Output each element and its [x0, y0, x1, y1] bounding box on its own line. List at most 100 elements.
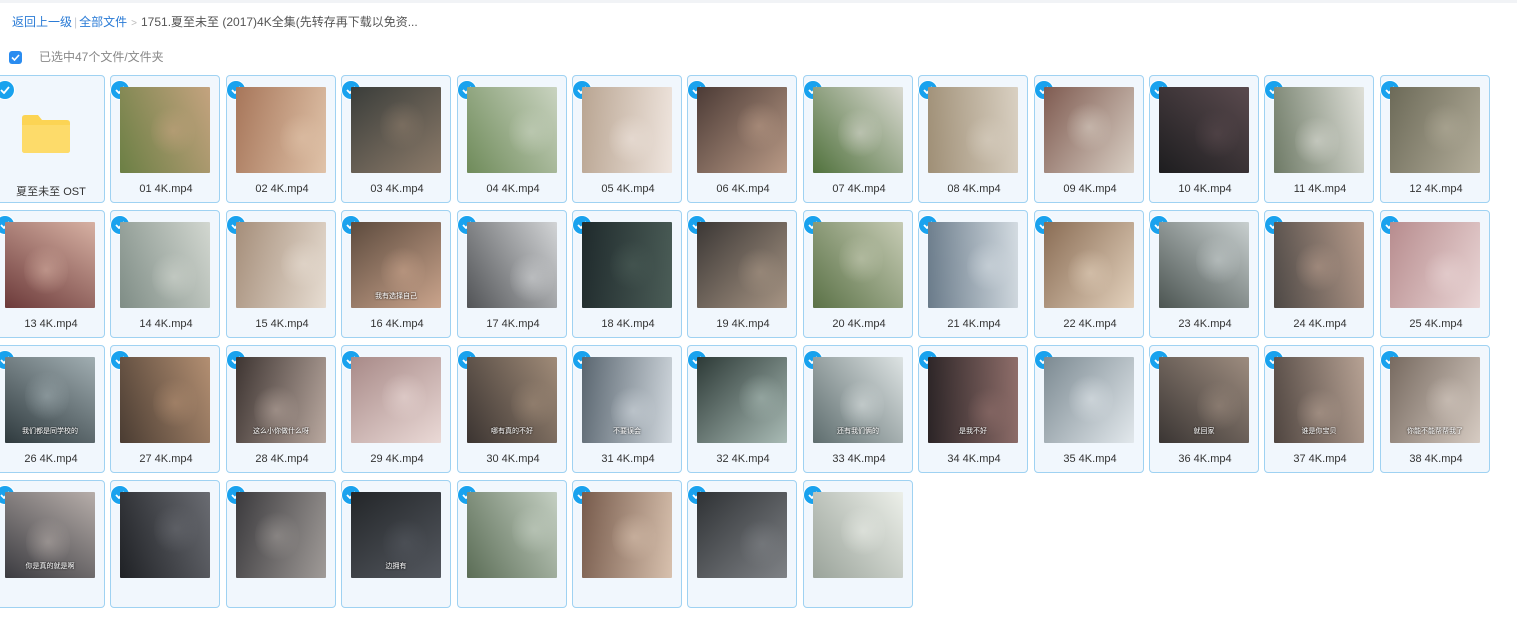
- file-tile[interactable]: 10 4K.mp4: [1149, 75, 1259, 203]
- file-tile[interactable]: 27 4K.mp4: [110, 345, 220, 473]
- file-tile[interactable]: 07 4K.mp4: [803, 75, 913, 203]
- file-tile[interactable]: 23 4K.mp4: [1149, 210, 1259, 338]
- video-thumbnail: [1390, 222, 1480, 308]
- file-name: 07 4K.mp4: [832, 183, 886, 195]
- file-name: 10 4K.mp4: [1178, 183, 1232, 195]
- file-tile[interactable]: 哪有真的不好 30 4K.mp4: [457, 345, 567, 473]
- file-tile[interactable]: 我们都是同学校的 26 4K.mp4: [0, 345, 105, 473]
- current-folder: 1751.夏至未至 (2017)4K全集(先转存再下载以免资...: [141, 15, 418, 29]
- video-thumbnail: 我有选择自己: [351, 222, 441, 308]
- file-name: 20 4K.mp4: [832, 318, 886, 330]
- video-thumbnail: [120, 357, 210, 443]
- file-tile[interactable]: 20 4K.mp4: [803, 210, 913, 338]
- video-thumbnail: [1159, 222, 1249, 308]
- file-tile[interactable]: 09 4K.mp4: [1034, 75, 1144, 203]
- file-tile[interactable]: 32 4K.mp4: [687, 345, 797, 473]
- file-tile[interactable]: 12 4K.mp4: [1380, 75, 1490, 203]
- file-tile[interactable]: 25 4K.mp4: [1380, 210, 1490, 338]
- file-tile[interactable]: 22 4K.mp4: [1034, 210, 1144, 338]
- file-tile[interactable]: 还有我们俩的 33 4K.mp4: [803, 345, 913, 473]
- file-name: 19 4K.mp4: [716, 318, 770, 330]
- file-tile[interactable]: 03 4K.mp4: [341, 75, 451, 203]
- video-thumbnail: [1274, 87, 1364, 173]
- file-tile[interactable]: 29 4K.mp4: [341, 345, 451, 473]
- video-thumbnail: [120, 222, 210, 308]
- file-name: 05 4K.mp4: [601, 183, 655, 195]
- file-tile[interactable]: [226, 480, 336, 608]
- file-tile[interactable]: 02 4K.mp4: [226, 75, 336, 203]
- file-tile[interactable]: 你能不能帮帮我了 38 4K.mp4: [1380, 345, 1490, 473]
- file-name: 37 4K.mp4: [1293, 453, 1347, 465]
- file-tile[interactable]: 01 4K.mp4: [110, 75, 220, 203]
- video-thumbnail: [120, 492, 210, 578]
- file-tile[interactable]: 14 4K.mp4: [110, 210, 220, 338]
- file-tile[interactable]: 就回家 36 4K.mp4: [1149, 345, 1259, 473]
- video-thumbnail: [1044, 222, 1134, 308]
- video-thumbnail: [813, 87, 903, 173]
- video-thumbnail: 哪有真的不好: [467, 357, 557, 443]
- video-thumbnail: 边拥有: [351, 492, 441, 578]
- subtitle-text: 不要误会: [613, 428, 641, 435]
- video-thumbnail: [697, 222, 787, 308]
- checkmark-icon: [0, 86, 10, 94]
- all-files-link[interactable]: 全部文件: [79, 15, 127, 29]
- video-thumbnail: [467, 492, 557, 578]
- video-thumbnail: [1044, 87, 1134, 173]
- file-tile[interactable]: 21 4K.mp4: [918, 210, 1028, 338]
- subtitle-text: 边拥有: [385, 563, 407, 570]
- video-thumbnail: [1044, 357, 1134, 443]
- file-name: 33 4K.mp4: [832, 453, 886, 465]
- file-tile[interactable]: [687, 480, 797, 608]
- video-thumbnail: [1274, 222, 1364, 308]
- file-tile[interactable]: 05 4K.mp4: [572, 75, 682, 203]
- file-name: 24 4K.mp4: [1293, 318, 1347, 330]
- file-name: 11 4K.mp4: [1293, 183, 1347, 195]
- file-tile[interactable]: 15 4K.mp4: [226, 210, 336, 338]
- file-tile[interactable]: 我有选择自己 16 4K.mp4: [341, 210, 451, 338]
- file-tile[interactable]: [803, 480, 913, 608]
- file-name: 16 4K.mp4: [370, 318, 424, 330]
- video-thumbnail: 你是真的就是啊: [5, 492, 95, 578]
- file-tile[interactable]: 08 4K.mp4: [918, 75, 1028, 203]
- video-thumbnail: [582, 492, 672, 578]
- subtitle-text: 还有我们俩的: [837, 428, 879, 435]
- file-tile[interactable]: 不要误会 31 4K.mp4: [572, 345, 682, 473]
- file-name: 21 4K.mp4: [947, 318, 1001, 330]
- subtitle-text: 我有选择自己: [375, 293, 417, 300]
- file-tile[interactable]: 35 4K.mp4: [1034, 345, 1144, 473]
- file-tile[interactable]: 边拥有: [341, 480, 451, 608]
- file-tile[interactable]: 谁是你宝贝 37 4K.mp4: [1264, 345, 1374, 473]
- folder-tile[interactable]: 夏至未至 OST: [0, 75, 105, 203]
- file-name: 夏至未至 OST: [16, 186, 86, 198]
- video-thumbnail: 我们都是同学校的: [5, 357, 95, 443]
- video-thumbnail: [5, 222, 95, 308]
- select-all-checkbox[interactable]: [9, 51, 22, 64]
- video-thumbnail: 这么小你做什么呀: [236, 357, 326, 443]
- video-thumbnail: 还有我们俩的: [813, 357, 903, 443]
- file-tile[interactable]: 18 4K.mp4: [572, 210, 682, 338]
- subtitle-text: 哪有真的不好: [491, 428, 533, 435]
- folder-icon: [20, 112, 72, 154]
- file-name: 29 4K.mp4: [370, 453, 424, 465]
- file-tile[interactable]: [457, 480, 567, 608]
- file-tile[interactable]: 06 4K.mp4: [687, 75, 797, 203]
- file-tile[interactable]: 24 4K.mp4: [1264, 210, 1374, 338]
- file-tile[interactable]: 04 4K.mp4: [457, 75, 567, 203]
- file-tile[interactable]: 17 4K.mp4: [457, 210, 567, 338]
- video-thumbnail: [351, 87, 441, 173]
- file-name: 36 4K.mp4: [1178, 453, 1232, 465]
- file-tile[interactable]: [110, 480, 220, 608]
- file-tile[interactable]: 这么小你做什么呀 28 4K.mp4: [226, 345, 336, 473]
- file-tile[interactable]: 是我不好 34 4K.mp4: [918, 345, 1028, 473]
- file-tile[interactable]: 13 4K.mp4: [0, 210, 105, 338]
- file-tile[interactable]: 19 4K.mp4: [687, 210, 797, 338]
- subtitle-text: 这么小你做什么呀: [253, 428, 309, 435]
- file-tile[interactable]: [572, 480, 682, 608]
- checkmark-icon: [11, 54, 20, 61]
- back-link[interactable]: 返回上一级: [12, 15, 72, 29]
- video-thumbnail: [697, 357, 787, 443]
- file-tile[interactable]: 你是真的就是啊: [0, 480, 105, 608]
- selected-checkbox[interactable]: [0, 81, 14, 99]
- video-thumbnail: 不要误会: [582, 357, 672, 443]
- file-tile[interactable]: 11 4K.mp4: [1264, 75, 1374, 203]
